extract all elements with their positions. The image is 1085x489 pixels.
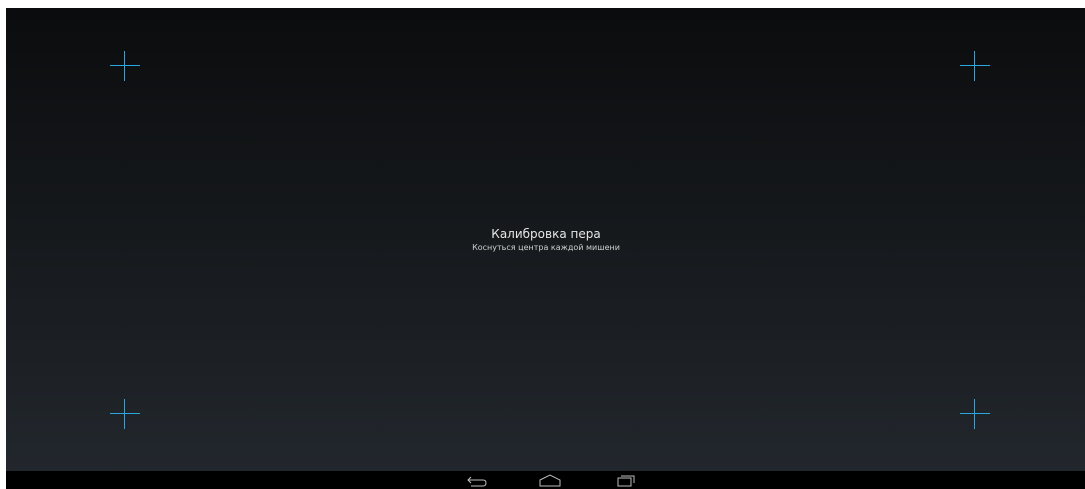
- target-crosshair-horizontal: [960, 413, 990, 414]
- target-crosshair-vertical: [124, 51, 125, 81]
- target-crosshair-vertical: [974, 51, 975, 81]
- target-crosshair-vertical: [974, 399, 975, 429]
- calibration-screen[interactable]: Калибровка пера Коснуться центра каждой …: [6, 8, 1085, 471]
- target-crosshair-vertical: [124, 399, 125, 429]
- device-frame: Калибровка пера Коснуться центра каждой …: [6, 8, 1085, 489]
- navigation-bar: [6, 471, 1085, 489]
- recents-icon[interactable]: [612, 472, 640, 488]
- calibration-title: Калибровка пера: [491, 227, 601, 241]
- back-icon[interactable]: [463, 472, 491, 488]
- target-crosshair-horizontal: [960, 65, 990, 66]
- home-icon[interactable]: [536, 472, 564, 488]
- target-crosshair-horizontal: [110, 65, 140, 66]
- target-crosshair-horizontal: [110, 413, 140, 414]
- calibration-target-bottom-left[interactable]: [110, 399, 140, 429]
- calibration-target-bottom-right[interactable]: [960, 399, 990, 429]
- calibration-target-top-left[interactable]: [110, 51, 140, 81]
- calibration-instruction: Коснуться центра каждой мишени: [472, 243, 620, 252]
- calibration-target-top-right[interactable]: [960, 51, 990, 81]
